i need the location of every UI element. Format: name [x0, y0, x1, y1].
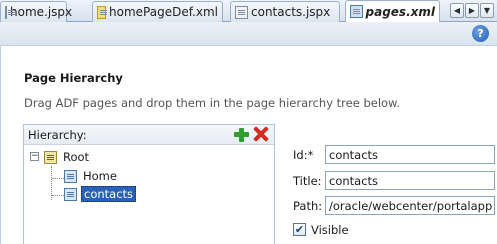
- tab-list-menu-button[interactable]: ▼: [480, 3, 494, 18]
- tree-node-root[interactable]: Root: [44, 150, 91, 164]
- tab-label: pages.xml: [365, 4, 435, 19]
- collapse-toggle-icon[interactable]: −: [30, 152, 39, 161]
- path-label: Path:: [293, 199, 323, 213]
- title-label: Title:: [293, 174, 322, 188]
- title-field[interactable]: contacts: [325, 171, 495, 190]
- hierarchy-label: Hierarchy:: [28, 128, 87, 142]
- tab-home-jspx[interactable]: home.jspx: [0, 1, 72, 22]
- tab-label: homePageDef.xml: [109, 5, 218, 19]
- help-icon[interactable]: ?: [472, 25, 489, 42]
- page-icon: [64, 169, 77, 183]
- delete-icon[interactable]: [253, 126, 269, 142]
- pages-xml-icon: [350, 5, 363, 18]
- add-icon[interactable]: [234, 127, 250, 143]
- hierarchy-panel: Hierarchy: − Root Home contacts: [23, 124, 275, 244]
- path-field[interactable]: /oracle/webcenter/portalapp: [325, 196, 495, 215]
- tree-node-home[interactable]: Home: [64, 169, 119, 183]
- tab-contacts-jspx[interactable]: contacts.jspx: [230, 1, 340, 22]
- visible-checkbox[interactable]: ✔: [293, 223, 306, 236]
- tab-homepagedef-xml[interactable]: homePageDef.xml: [92, 1, 223, 22]
- editor-toolbar: ?: [0, 22, 497, 46]
- tab-navigation: ◀ ▶ ▼: [450, 3, 494, 18]
- jspx-file-icon: [5, 5, 15, 19]
- xml-pagedef-icon: [97, 5, 108, 19]
- tree-node-contacts[interactable]: contacts: [64, 186, 137, 202]
- page-hierarchy-editor: Page Hierarchy Drag ADF pages and drop t…: [0, 46, 497, 244]
- tree-node-label: Home: [83, 169, 117, 183]
- tab-label: home.jspx: [10, 5, 73, 19]
- id-label: Id:*: [293, 148, 314, 162]
- tab-pages-xml[interactable]: pages.xml: [345, 0, 440, 22]
- scroll-tabs-right-button[interactable]: ▶: [465, 3, 479, 18]
- editor-tab-strip: home.jspx homePageDef.xml contacts.jspx …: [0, 0, 497, 22]
- hierarchy-tree[interactable]: − Root Home contacts: [24, 145, 274, 244]
- tree-node-label: contacts: [81, 186, 137, 202]
- visible-label: Visible: [311, 223, 349, 237]
- hierarchy-panel-header: Hierarchy:: [24, 125, 274, 145]
- scroll-tabs-left-button[interactable]: ◀: [450, 3, 464, 18]
- id-field[interactable]: contacts: [325, 145, 495, 164]
- page-title: Page Hierarchy: [24, 71, 123, 85]
- page-description: Drag ADF pages and drop them in the page…: [24, 96, 401, 110]
- tree-connector: [52, 195, 64, 196]
- page-hierarchy-root-icon: [44, 150, 57, 164]
- page-icon: [64, 187, 77, 201]
- tree-node-label: Root: [63, 150, 90, 164]
- tree-connector: [52, 178, 64, 179]
- jspx-file-icon: [235, 5, 248, 19]
- tab-label: contacts.jspx: [251, 5, 331, 19]
